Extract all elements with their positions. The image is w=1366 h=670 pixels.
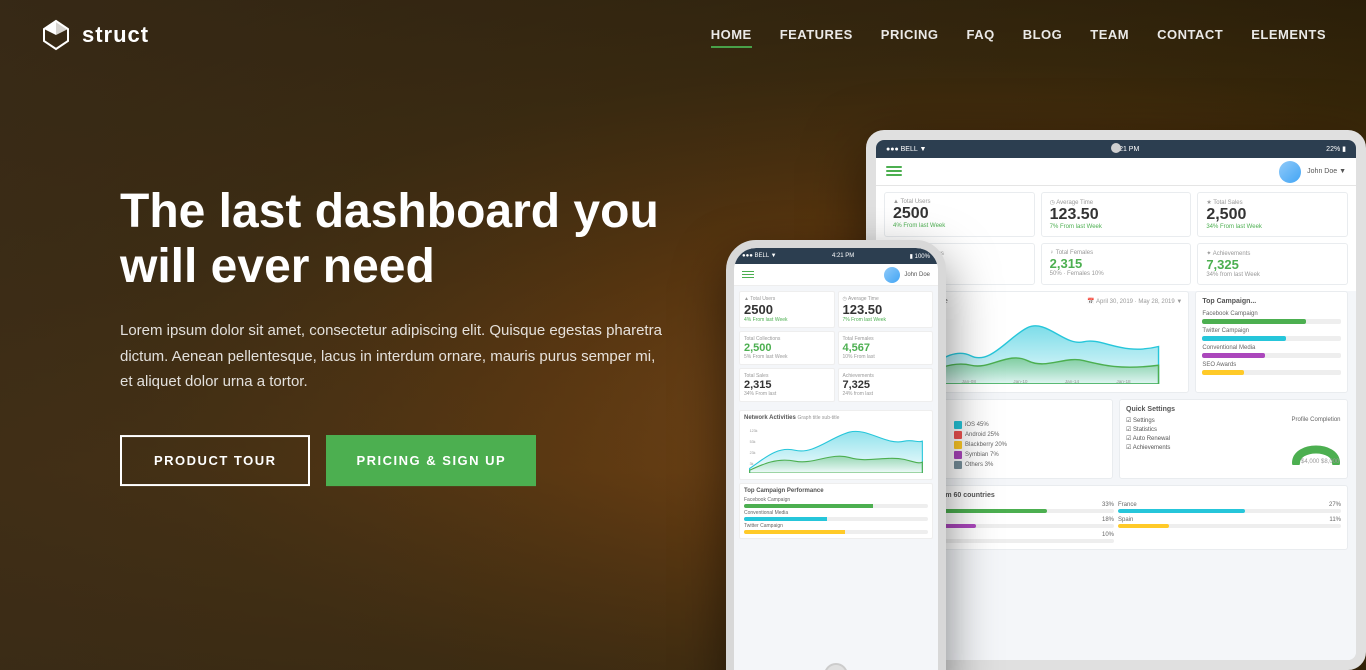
- nav-link-faq[interactable]: FAQ: [966, 27, 994, 42]
- iphone-stat-users: ▲ Total Users 2500 4% From last Week: [739, 291, 835, 328]
- product-tour-button[interactable]: PRODUCT TOUR: [120, 435, 310, 486]
- nav-item-faq[interactable]: FAQ: [966, 26, 994, 44]
- visitors-title: 125.7k Views from 60 countries: [891, 492, 1341, 499]
- campaign-seo: SEO Awards: [1202, 362, 1341, 375]
- nav-link-features[interactable]: FEATURES: [780, 27, 853, 42]
- device-mockups: ●●● BELL ▼ 4:21 PM 22% ▮: [706, 100, 1366, 670]
- dashboard-ipad: ●●● BELL ▼ 4:21 PM 22% ▮: [876, 140, 1356, 660]
- iphone-network-chart: Network Activities Graph title sub-title: [739, 410, 933, 480]
- stat-total-sales: ★ Total Sales 2,500 34% From last Week: [1197, 192, 1348, 237]
- hero-description: Lorem ipsum dolor sit amet, consectetur …: [120, 318, 670, 395]
- iphone-stat-females: Total Females 4,567 10% From last: [838, 331, 934, 365]
- iphone-header: John Doe: [734, 264, 938, 286]
- dashboard-iphone: ●●● BELL ▼ 4:21 PM ▮ 100% John: [734, 248, 938, 670]
- quick-settings-panel: Quick Settings ☑ Settings ☑ Statistics ☑…: [1119, 399, 1348, 479]
- svg-text:123k: 123k: [750, 429, 758, 433]
- iphone-carrier: ●●● BELL ▼: [742, 253, 777, 259]
- iphone-campaign-cm: Conventional Media: [744, 510, 928, 521]
- nav-item-team[interactable]: TEAM: [1090, 26, 1129, 44]
- nav-link-team[interactable]: TEAM: [1090, 27, 1129, 42]
- nav-item-features[interactable]: FEATURES: [780, 26, 853, 44]
- stat-total-users: ▲ Total Users 2500 4% From last Week: [884, 192, 1035, 237]
- nav-item-contact[interactable]: CONTACT: [1157, 26, 1223, 44]
- visitor-row-es: Spain11%: [1118, 517, 1341, 528]
- campaign-conventional: Conventional Media: [1202, 345, 1341, 358]
- stat-avg-time: ◷ Average Time 123.50 7% From last Week: [1041, 192, 1192, 237]
- battery: 22% ▮: [1326, 145, 1346, 153]
- visitors-location-panel: 125.7k Views from 60 countries United St…: [884, 485, 1348, 550]
- hero-section: struct HOME FEATURES PRICING FAQ BLOG TE…: [0, 0, 1366, 670]
- iphone-stat-time: ◷ Average Time 123.50 7% From last Week: [838, 291, 934, 328]
- dash-header: John Doe ▼: [876, 158, 1356, 186]
- logo-link[interactable]: struct: [40, 19, 149, 51]
- iphone-campaign-tw: Twitter Campaign: [744, 523, 928, 534]
- iphone-stat-collections: Total Collections 2,500 5% From last Wee…: [739, 331, 835, 365]
- stat-females: ♀ Total Females 2,315 50% · Females 10%: [1041, 243, 1192, 285]
- hero-title: The last dashboard you will ever need: [120, 184, 670, 294]
- nav-item-home[interactable]: HOME: [711, 26, 752, 44]
- stat-achievements: ✦ Achievements 7,325 34% from last Week: [1197, 243, 1348, 285]
- svg-text:53k: 53k: [750, 440, 756, 444]
- pricing-signup-button[interactable]: PRICING & SIGN UP: [326, 435, 536, 486]
- nav-item-pricing[interactable]: PRICING: [881, 26, 939, 44]
- navbar: struct HOME FEATURES PRICING FAQ BLOG TE…: [0, 0, 1366, 70]
- svg-text:Jan-18: Jan-18: [1116, 379, 1131, 384]
- ipad-camera: [1111, 143, 1121, 153]
- nav-link-elements[interactable]: ELEMENTS: [1251, 27, 1326, 42]
- campaign-twitter: Twitter Campaign: [1202, 328, 1341, 341]
- carrier: ●●● BELL ▼: [886, 146, 926, 153]
- iphone-stat-sales: Total Sales 2,315 34% From last: [739, 368, 835, 402]
- logo-icon: [40, 19, 72, 51]
- iphone-stat-achievements: Achievements 7,325 24% from last: [838, 368, 934, 402]
- svg-text:Jan-14: Jan-14: [1065, 379, 1080, 384]
- iphone-battery: ▮ 100%: [910, 253, 930, 260]
- iphone-area-chart: 123k 53k 23k 3k: [744, 423, 928, 473]
- svg-text:23k: 23k: [750, 451, 756, 455]
- visitor-row-fr: France27%: [1118, 502, 1341, 513]
- iphone-campaign-fb: Facebook Campaign: [744, 497, 928, 508]
- nav-link-pricing[interactable]: PRICING: [881, 27, 939, 42]
- svg-text:Jan-10: Jan-10: [1013, 379, 1028, 384]
- nav-link-home[interactable]: HOME: [711, 27, 752, 48]
- ipad-screen: ●●● BELL ▼ 4:21 PM 22% ▮: [876, 140, 1356, 660]
- iphone-screen: ●●● BELL ▼ 4:21 PM ▮ 100% John: [734, 248, 938, 670]
- iphone-status-bar: ●●● BELL ▼ 4:21 PM ▮ 100%: [734, 248, 938, 264]
- nav-link-blog[interactable]: BLOG: [1023, 27, 1063, 42]
- iphone-mockup: ●●● BELL ▼ 4:21 PM ▮ 100% John: [726, 240, 946, 670]
- iphone-time: 4:21 PM: [832, 253, 854, 259]
- svg-text:$8,000: $8,000: [1321, 459, 1340, 465]
- nav-item-blog[interactable]: BLOG: [1023, 26, 1063, 44]
- iphone-campaign-chart: Top Campaign Performance Facebook Campai…: [739, 483, 933, 539]
- nav-menu: HOME FEATURES PRICING FAQ BLOG TEAM CONT…: [711, 26, 1326, 44]
- top-campaign-panel: Top Campaign... Facebook Campaign Twitte…: [1195, 291, 1348, 393]
- hero-buttons: PRODUCT TOUR PRICING & SIGN UP: [120, 435, 670, 486]
- nav-item-elements[interactable]: ELEMENTS: [1251, 26, 1326, 44]
- campaign-facebook: Facebook Campaign: [1202, 311, 1341, 324]
- svg-text:Jan-08: Jan-08: [962, 379, 977, 384]
- hero-content: The last dashboard you will ever need Lo…: [120, 184, 670, 486]
- profile-completion-chart: $4,000 $8,000: [1291, 425, 1341, 465]
- nav-link-contact[interactable]: CONTACT: [1157, 27, 1223, 42]
- logo-text: struct: [82, 22, 149, 48]
- svg-text:3k: 3k: [750, 462, 754, 466]
- svg-text:$4,000: $4,000: [1301, 459, 1320, 465]
